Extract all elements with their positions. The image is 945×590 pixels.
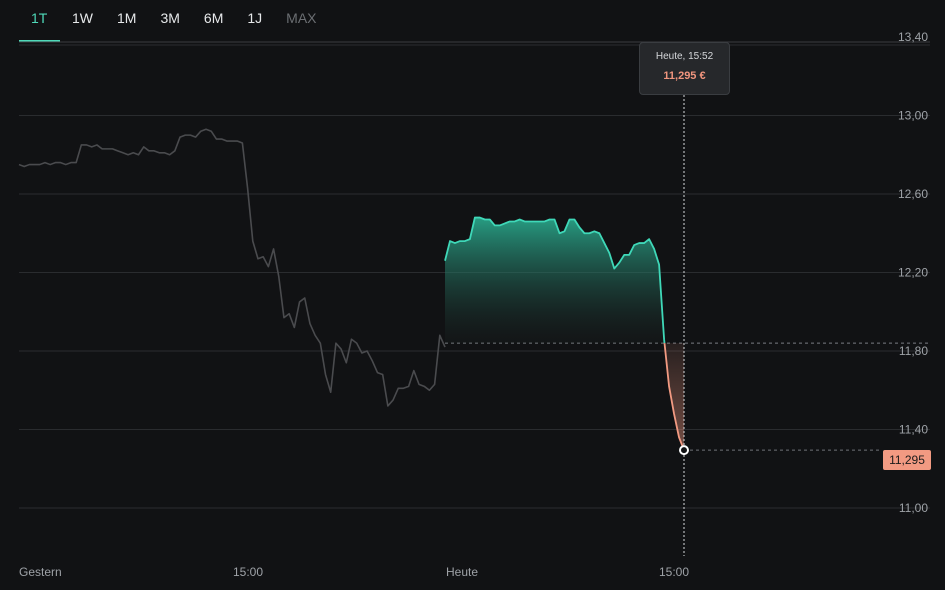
x-tick-label: Heute <box>446 565 478 579</box>
y-tick-label: 12,60 <box>898 187 928 201</box>
price-tooltip: Heute, 15:52 11,295 € <box>639 42 730 95</box>
y-tick-label: 13,40 <box>898 30 928 44</box>
previous-day-line <box>18 128 446 407</box>
y-tick-label: 13,00 <box>898 109 928 123</box>
current-price-marker <box>679 445 689 456</box>
y-tick-label: 11,00 <box>899 501 928 515</box>
today-down-area <box>664 343 684 451</box>
y-tick-label: 12,20 <box>898 266 928 280</box>
price-chart[interactable]: 13,40 13,00 12,60 12,20 11,80 11,40 11,00 Gest… <box>0 0 945 590</box>
tooltip-value: 11,295 € <box>663 70 706 82</box>
today-up-area <box>445 217 665 344</box>
y-tick-label: 11,40 <box>899 423 928 437</box>
current-price-badge: 11,295 <box>883 450 931 470</box>
x-tick-label: 15:00 <box>233 565 263 579</box>
tooltip-time: Heute, 15:52 <box>655 51 714 62</box>
y-tick-label: 11,80 <box>899 344 928 358</box>
x-tick-label: Gestern <box>19 565 62 579</box>
x-tick-label: 15:00 <box>659 565 689 579</box>
